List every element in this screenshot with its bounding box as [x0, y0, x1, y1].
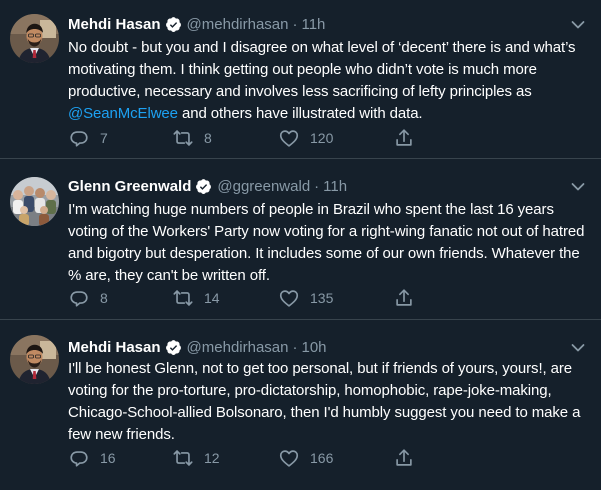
- tweet-actions: 16 12 166: [68, 447, 488, 469]
- like-count: 135: [310, 290, 334, 306]
- reply-icon: [68, 287, 90, 309]
- chevron-down-icon[interactable]: [571, 343, 585, 353]
- retweet-button[interactable]: 8: [172, 127, 212, 149]
- share-icon: [393, 127, 415, 149]
- separator: ·: [292, 338, 298, 356]
- retweet-count: 12: [204, 450, 220, 466]
- reply-button[interactable]: 7: [68, 127, 108, 149]
- tweet-actions: 7 8 120: [68, 127, 488, 149]
- tweet-text: I'll be honest Glenn, not to get too per…: [68, 360, 581, 443]
- author-name[interactable]: Glenn Greenwald: [68, 178, 191, 195]
- tweet[interactable]: Mehdi Hasan @mehdirhasan · 10h I'll be h…: [0, 324, 601, 490]
- like-count: 120: [310, 130, 334, 146]
- like-button[interactable]: 135: [278, 287, 333, 309]
- share-button[interactable]: [393, 447, 425, 469]
- heart-icon: [278, 447, 300, 469]
- tweet-header: Glenn Greenwald @ggreenwald · 11h: [68, 174, 581, 198]
- reply-count: 8: [100, 290, 108, 306]
- retweet-icon: [172, 447, 194, 469]
- retweet-count: 14: [204, 290, 220, 306]
- reply-icon: [68, 127, 90, 149]
- reply-icon: [68, 447, 90, 469]
- heart-icon: [278, 127, 300, 149]
- tweet-header: Mehdi Hasan @mehdirhasan · 11h: [68, 12, 581, 36]
- reply-count: 7: [100, 130, 108, 146]
- author-name[interactable]: Mehdi Hasan: [68, 16, 161, 33]
- retweet-count: 8: [204, 130, 212, 146]
- tweet[interactable]: Glenn Greenwald @ggreenwald · 11h I'm wa…: [0, 163, 601, 313]
- timestamp[interactable]: 11h: [323, 178, 347, 195]
- author-name[interactable]: Mehdi Hasan: [68, 339, 161, 356]
- tweet-header: Mehdi Hasan @mehdirhasan · 10h: [68, 335, 581, 359]
- share-icon: [393, 447, 415, 469]
- retweet-icon: [172, 127, 194, 149]
- tweet-text: I'm watching huge numbers of people in B…: [68, 201, 585, 284]
- avatar[interactable]: [10, 335, 59, 384]
- avatar[interactable]: [10, 177, 59, 226]
- reply-count: 16: [100, 450, 116, 466]
- tweet-text-part: No doubt - but you and I disagree on wha…: [68, 39, 576, 100]
- like-button[interactable]: 166: [278, 447, 333, 469]
- avatar-image: [10, 177, 59, 226]
- retweet-button[interactable]: 12: [172, 447, 220, 469]
- author-handle[interactable]: @ggreenwald: [217, 178, 310, 195]
- share-button[interactable]: [393, 287, 425, 309]
- tweet[interactable]: Mehdi Hasan @mehdirhasan · 11h No doubt …: [0, 0, 601, 153]
- reply-button[interactable]: 16: [68, 447, 116, 469]
- share-icon: [393, 287, 415, 309]
- like-count: 166: [310, 450, 334, 466]
- timestamp[interactable]: 11h: [301, 16, 325, 33]
- like-button[interactable]: 120: [278, 127, 333, 149]
- heart-icon: [278, 287, 300, 309]
- mention-link[interactable]: @SeanMcElwee: [68, 105, 178, 122]
- divider: [0, 158, 601, 159]
- tweet-thread: Mehdi Hasan @mehdirhasan · 11h No doubt …: [0, 0, 601, 490]
- chevron-down-icon[interactable]: [571, 182, 585, 192]
- separator: ·: [314, 177, 320, 195]
- reply-button[interactable]: 8: [68, 287, 108, 309]
- timestamp[interactable]: 10h: [301, 339, 326, 356]
- tweet-text-part: and others have illustrated with data.: [177, 105, 423, 122]
- avatar[interactable]: [10, 14, 59, 63]
- author-handle[interactable]: @mehdirhasan: [187, 16, 289, 33]
- author-handle[interactable]: @mehdirhasan: [187, 339, 289, 356]
- separator: ·: [292, 15, 298, 33]
- avatar-image: [10, 14, 59, 63]
- share-button[interactable]: [393, 127, 425, 149]
- verified-badge-icon: [165, 339, 182, 356]
- tweet-text: No doubt - but you and I disagree on wha…: [68, 37, 592, 125]
- chevron-down-icon[interactable]: [571, 20, 585, 30]
- retweet-button[interactable]: 14: [172, 287, 220, 309]
- verified-badge-icon: [165, 16, 182, 33]
- avatar-image: [10, 335, 59, 384]
- verified-badge-icon: [195, 178, 212, 195]
- divider: [0, 319, 601, 320]
- retweet-icon: [172, 287, 194, 309]
- tweet-actions: 8 14 135: [68, 287, 488, 309]
